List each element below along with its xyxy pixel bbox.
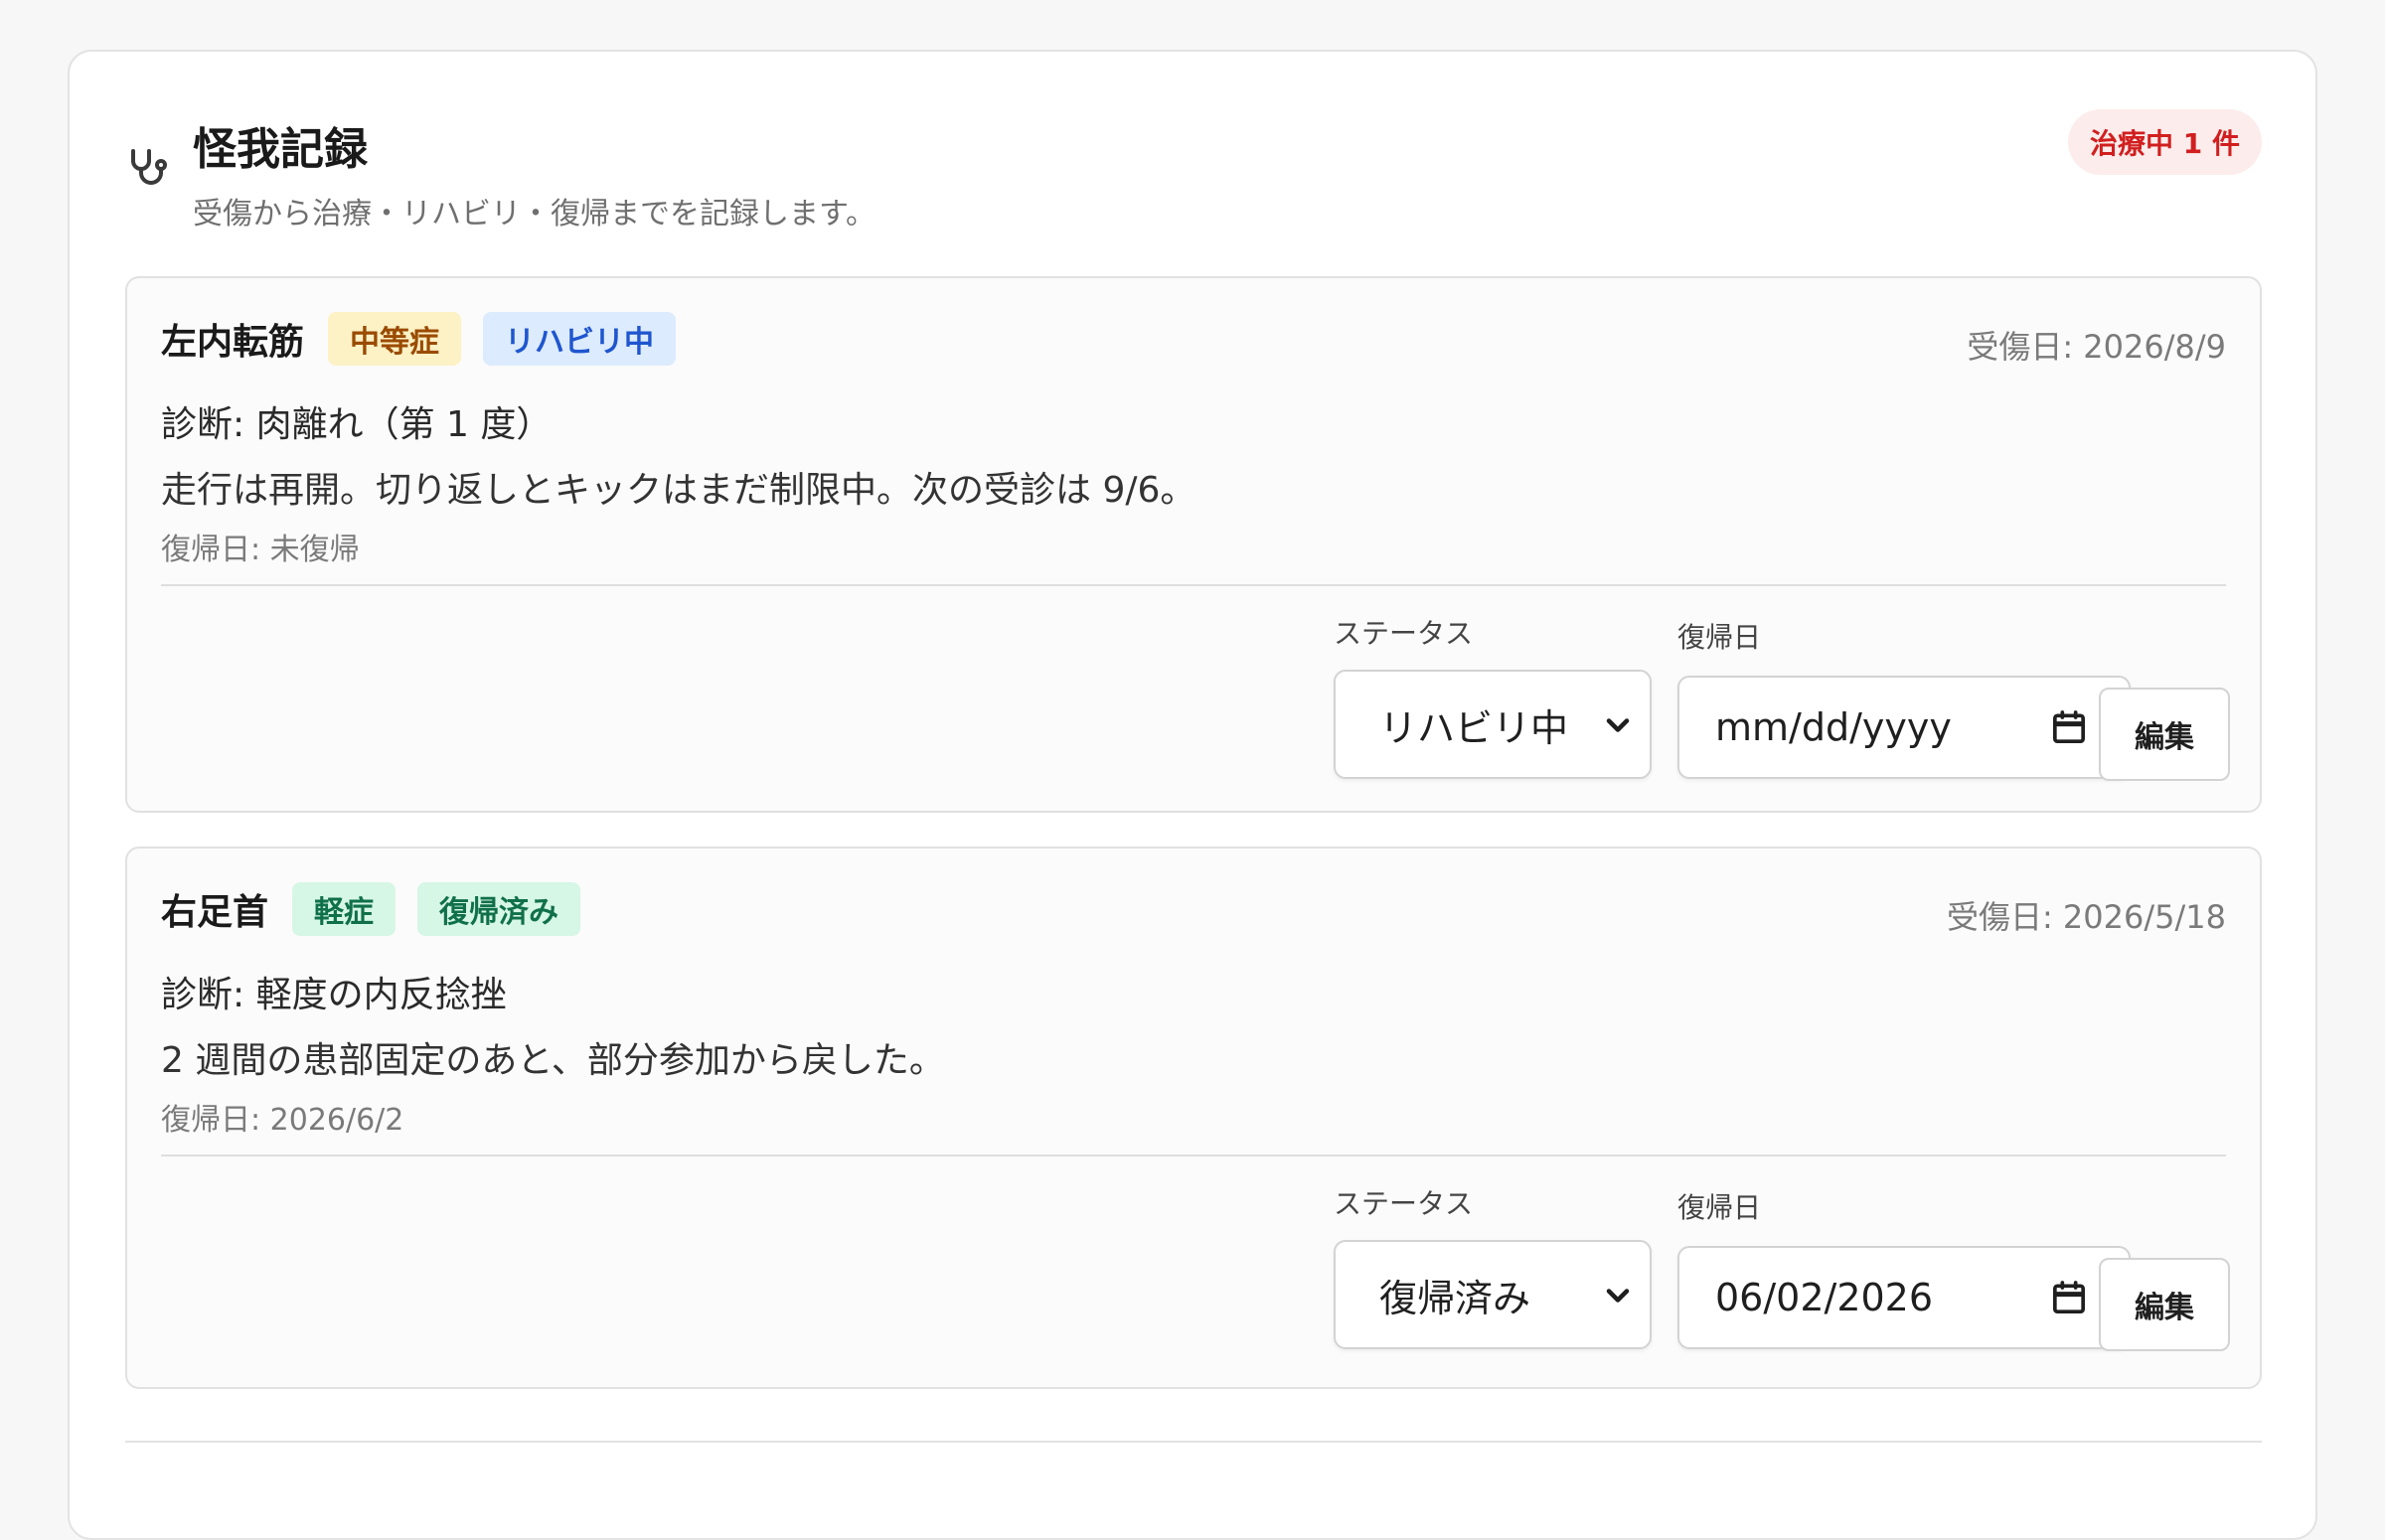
entry-divider: [161, 1155, 2226, 1156]
injury-body-part: 右足首: [161, 892, 269, 933]
injury-diagnosis: 診断: 軽度の内反捻挫: [161, 975, 507, 1015]
status-select[interactable]: 復帰済み: [1334, 1240, 1652, 1349]
return-date-input-value: 06/02/2026: [1715, 1276, 1934, 1319]
stethoscope-icon: [123, 145, 171, 193]
calendar-icon[interactable]: [2049, 1278, 2089, 1317]
section-divider: [125, 1441, 2262, 1443]
injury-record-card: 怪我記録 受傷から治療・リハビリ・復帰までを記録します。 治療中 1 件 左内転…: [68, 50, 2317, 1540]
status-badge: 復帰済み: [417, 882, 581, 936]
status-select-value: リハビリ中: [1379, 705, 1569, 750]
injury-date: 受傷日: 2026/8/9: [1967, 328, 2226, 366]
injury-entry: 右足首 軽症 復帰済み 受傷日: 2026/5/18 診断: 軽度の内反捻挫 2…: [125, 847, 2262, 1389]
return-date-input[interactable]: mm/dd/yyyy: [1677, 676, 2131, 779]
edit-button[interactable]: 編集: [2099, 1258, 2230, 1351]
severity-badge: 軽症: [292, 882, 397, 936]
return-date-text: 復帰日: 未復帰: [161, 533, 360, 567]
status-select[interactable]: リハビリ中: [1334, 670, 1652, 779]
injury-entry-header: 左内転筋 中等症 リハビリ中: [161, 312, 677, 366]
page-subtitle: 受傷から治療・リハビリ・復帰までを記録します。: [193, 197, 875, 231]
status-field-label: ステータス: [1334, 1187, 1474, 1220]
injury-body-part: 左内転筋: [161, 322, 305, 363]
injury-note: 走行は再開。切り返しとキックはまだ制限中。次の受診は 9/6。: [161, 470, 1196, 511]
return-date-input[interactable]: 06/02/2026: [1677, 1246, 2131, 1349]
return-date-input-value: mm/dd/yyyy: [1715, 705, 1952, 749]
status-select-value: 復帰済み: [1379, 1276, 1531, 1320]
injury-note: 2 週間の患部固定のあと、部分参加から戻した。: [161, 1040, 945, 1081]
severity-badge: 中等症: [328, 312, 462, 366]
injury-entry: 左内転筋 中等症 リハビリ中 受傷日: 2026/8/9 診断: 肉離れ（第 1…: [125, 276, 2262, 813]
card-header: 怪我記録 受傷から治療・リハビリ・復帰までを記録します。 治療中 1 件: [70, 52, 2315, 250]
chevron-down-icon: [1600, 707, 1636, 743]
injury-entry-header: 右足首 軽症 復帰済み: [161, 882, 581, 936]
edit-button[interactable]: 編集: [2099, 688, 2230, 781]
calendar-icon[interactable]: [2049, 707, 2089, 747]
page-title: 怪我記録: [193, 124, 368, 175]
return-date-field-label: 復帰日: [1677, 1191, 1762, 1224]
injury-diagnosis: 診断: 肉離れ（第 1 度）: [161, 404, 553, 445]
injury-date: 受傷日: 2026/5/18: [1946, 898, 2226, 936]
active-treatment-count-badge: 治療中 1 件: [2068, 109, 2262, 175]
return-date-field-label: 復帰日: [1677, 621, 1762, 654]
entry-divider: [161, 584, 2226, 586]
status-field-label: ステータス: [1334, 617, 1474, 650]
chevron-down-icon: [1600, 1278, 1636, 1313]
return-date-text: 復帰日: 2026/6/2: [161, 1103, 404, 1138]
status-badge: リハビリ中: [483, 312, 677, 366]
